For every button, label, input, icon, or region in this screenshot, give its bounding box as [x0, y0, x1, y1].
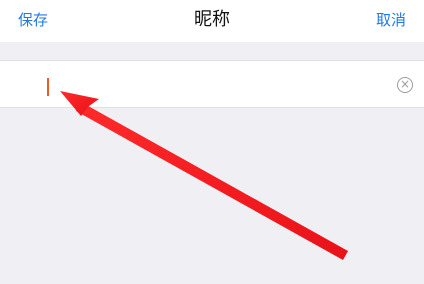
- close-icon: ×: [399, 77, 411, 91]
- nickname-row: ×: [0, 60, 424, 108]
- nickname-edit-screen: 保存 昵称 取消 ×: [0, 0, 424, 284]
- top-spacer: [0, 42, 424, 60]
- empty-content-area: [0, 108, 424, 284]
- top-navigation-bar: 保存 昵称 取消: [0, 0, 424, 42]
- cancel-button[interactable]: 取消: [376, 10, 406, 30]
- page-title: 昵称: [194, 9, 230, 30]
- clear-input-button[interactable]: ×: [397, 77, 413, 93]
- nickname-input[interactable]: [18, 72, 358, 96]
